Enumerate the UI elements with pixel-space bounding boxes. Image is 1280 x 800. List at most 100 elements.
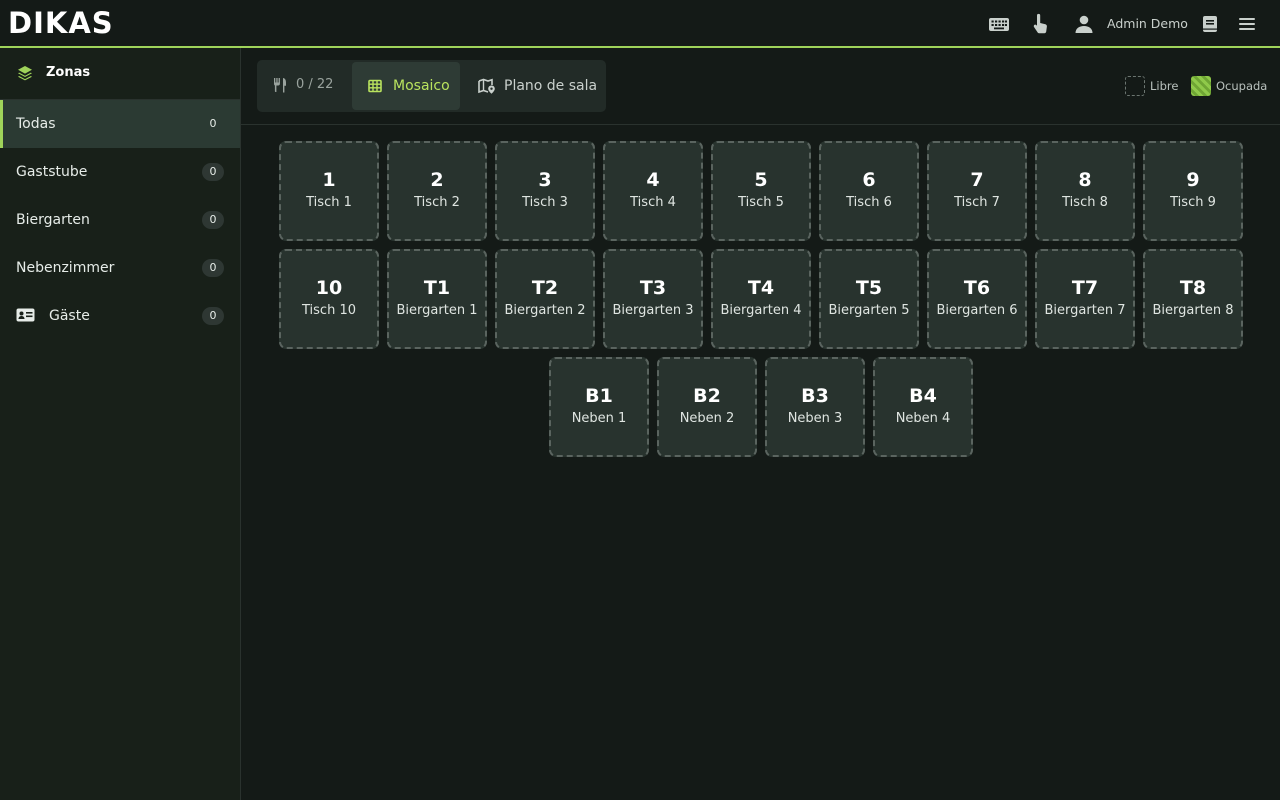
sidebar-item-label: Nebenzimmer [16, 260, 115, 276]
table-name: Tisch 3 [522, 195, 568, 210]
table-name: Neben 3 [787, 411, 843, 426]
touch-icon[interactable] [1029, 13, 1051, 35]
user-name[interactable]: Admin Demo [1107, 16, 1188, 31]
table-tile[interactable]: T5 Biergarten 5 [819, 249, 919, 349]
table-number: B4 [909, 385, 937, 407]
sidebar-item-nebenzimmer[interactable]: Nebenzimmer 0 [0, 244, 240, 292]
sidebar-item-count: 0 [202, 211, 224, 229]
table-name: Biergarten 8 [1152, 303, 1234, 318]
table-tile[interactable]: 6 Tisch 6 [819, 141, 919, 241]
tab-plano-label: Plano de sala [504, 78, 598, 94]
table-tile[interactable]: B3 Neben 3 [765, 357, 865, 457]
table-number: 8 [1078, 169, 1092, 191]
table-name: Neben 4 [895, 411, 951, 426]
table-name: Biergarten 3 [612, 303, 694, 318]
table-tile[interactable]: T4 Biergarten 4 [711, 249, 811, 349]
sidebar-item-count: 0 [209, 117, 217, 130]
sidebar-item-count: 0 [202, 163, 224, 181]
table-count: 0 / 22 [296, 77, 334, 92]
sidebar-item-todas[interactable]: Todas 0 [0, 100, 240, 148]
table-number: B3 [801, 385, 829, 407]
legend-free: Libre [1125, 76, 1195, 96]
table-tile[interactable]: B1 Neben 1 [549, 357, 649, 457]
table-name: Neben 2 [679, 411, 735, 426]
table-name: Tisch 2 [414, 195, 460, 210]
table-tile[interactable]: 5 Tisch 5 [711, 141, 811, 241]
user-icon[interactable] [1073, 13, 1095, 35]
table-number: T3 [639, 277, 667, 299]
table-number: 9 [1186, 169, 1200, 191]
table-tile[interactable]: 10 Tisch 10 [279, 249, 379, 349]
table-number: T5 [855, 277, 883, 299]
sidebar-item-count: 0 [202, 307, 224, 325]
table-name: Tisch 1 [306, 195, 352, 210]
table-number: 10 [315, 277, 343, 299]
table-number: T8 [1179, 277, 1207, 299]
zones-title: Zonas [46, 65, 91, 80]
table-tile[interactable]: T6 Biergarten 6 [927, 249, 1027, 349]
table-name: Biergarten 7 [1044, 303, 1126, 318]
sidebar-item-label: Gäste [49, 308, 90, 324]
book-icon[interactable] [1199, 13, 1221, 35]
table-name: Biergarten 1 [396, 303, 478, 318]
table-tile[interactable]: B2 Neben 2 [657, 357, 757, 457]
free-swatch [1125, 76, 1145, 96]
table-number: T7 [1071, 277, 1099, 299]
table-tile[interactable]: 7 Tisch 7 [927, 141, 1027, 241]
table-name: Neben 1 [571, 411, 627, 426]
utensils-icon [273, 77, 287, 93]
table-number: B1 [585, 385, 613, 407]
legend-occupied: Ocupada [1191, 76, 1271, 96]
table-tile[interactable]: T7 Biergarten 7 [1035, 249, 1135, 349]
layers-icon [17, 65, 33, 81]
keyboard-icon[interactable] [988, 13, 1010, 35]
tab-mosaico[interactable]: Mosaico [352, 62, 460, 110]
table-tile[interactable]: 8 Tisch 8 [1035, 141, 1135, 241]
guest-card-icon [16, 307, 35, 323]
sidebar-item-gaststube[interactable]: Gaststube 0 [0, 148, 240, 196]
table-tile[interactable]: T8 Biergarten 8 [1143, 249, 1243, 349]
sidebar-item-biergarten[interactable]: Biergarten 0 [0, 196, 240, 244]
tab-plano-de-sala[interactable]: Plano de sala [462, 62, 604, 110]
table-name: Biergarten 2 [504, 303, 586, 318]
table-name: Biergarten 4 [720, 303, 802, 318]
table-tile[interactable]: 3 Tisch 3 [495, 141, 595, 241]
sidebar-item-label: Biergarten [16, 212, 90, 228]
table-number: 5 [754, 169, 768, 191]
table-tile[interactable]: T2 Biergarten 2 [495, 249, 595, 349]
table-tile[interactable]: 1 Tisch 1 [279, 141, 379, 241]
table-tile[interactable]: T1 Biergarten 1 [387, 249, 487, 349]
table-tile[interactable]: B4 Neben 4 [873, 357, 973, 457]
table-number: 7 [970, 169, 984, 191]
table-number: 3 [538, 169, 552, 191]
table-name: Tisch 4 [630, 195, 676, 210]
top-bar: DIKAS Admin Demo [0, 0, 1280, 48]
occupied-swatch [1191, 76, 1211, 96]
zones-sidebar: Zonas Todas 0 Gaststube 0 Biergarten 0 N… [0, 48, 241, 800]
sidebar-item-count: 0 [202, 259, 224, 277]
grid-icon [368, 78, 382, 94]
table-tile[interactable]: 2 Tisch 2 [387, 141, 487, 241]
table-number: 4 [646, 169, 660, 191]
table-name: Tisch 10 [302, 303, 356, 318]
table-tile[interactable]: 4 Tisch 4 [603, 141, 703, 241]
table-number: T4 [747, 277, 775, 299]
table-number: B2 [693, 385, 721, 407]
table-name: Biergarten 6 [936, 303, 1018, 318]
table-number: 6 [862, 169, 876, 191]
table-tile[interactable]: T3 Biergarten 3 [603, 249, 703, 349]
table-number: T2 [531, 277, 559, 299]
main-toolbar: 0 / 22 Mosaico Plano de sala Libre Ocupa… [241, 48, 1280, 125]
table-name: Tisch 8 [1062, 195, 1108, 210]
app-logo[interactable]: DIKAS [8, 6, 114, 40]
zones-header: Zonas [0, 48, 240, 100]
table-number: T6 [963, 277, 991, 299]
legend-occupied-label: Ocupada [1216, 79, 1268, 93]
table-counter: 0 / 22 [257, 60, 352, 112]
menu-icon[interactable] [1236, 13, 1258, 35]
table-name: Tisch 7 [954, 195, 1000, 210]
map-pin-icon [478, 78, 496, 94]
table-name: Tisch 9 [1170, 195, 1216, 210]
sidebar-item-gaeste[interactable]: Gäste 0 [0, 292, 240, 340]
table-tile[interactable]: 9 Tisch 9 [1143, 141, 1243, 241]
